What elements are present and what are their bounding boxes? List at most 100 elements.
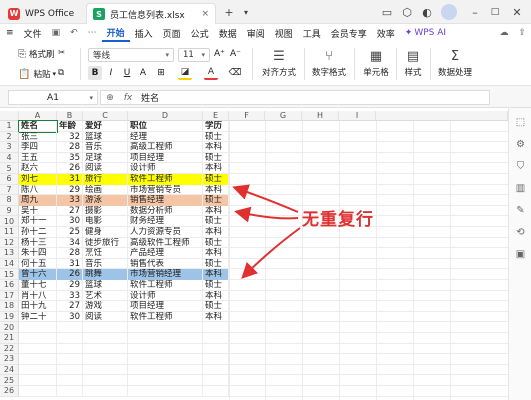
column-header-h[interactable]: H (302, 111, 339, 121)
fill-color-icon[interactable]: ◪ (178, 66, 192, 80)
cell-c3[interactable]: 音乐 (83, 142, 128, 153)
row-header-2[interactable]: 2 (0, 131, 19, 143)
cell-a12[interactable]: 杨十三 (19, 237, 57, 249)
cell-b24[interactable] (57, 364, 83, 376)
cell-c13[interactable]: 烹饪 (83, 248, 128, 259)
document-tab[interactable]: S 员工信息列表.xlsx × (86, 3, 216, 24)
cell-e13[interactable]: 本科 (203, 248, 229, 259)
cell-d5[interactable]: 设计师 (128, 163, 203, 174)
row-header-11[interactable]: 11 (0, 227, 19, 238)
cell-b11[interactable]: 25 (57, 227, 83, 238)
close-window-icon[interactable]: ✕ (510, 4, 524, 20)
more-icon[interactable]: ⋯ (83, 24, 102, 42)
cell-e11[interactable]: 本科 (203, 227, 229, 238)
menu-insert[interactable]: 插入 (130, 24, 158, 42)
cell-a21[interactable] (19, 333, 57, 344)
format-painter-button[interactable]: ⎘ 格式刷 (18, 48, 55, 61)
cell-e1[interactable]: 学历 (203, 121, 229, 132)
cell-b7[interactable]: 29 (57, 184, 83, 196)
cell-b17[interactable]: 33 (57, 290, 83, 302)
cell-d26[interactable] (128, 386, 203, 397)
cell-d10[interactable]: 财务经理 (128, 216, 203, 227)
cell-a6[interactable]: 刘七 (19, 174, 57, 185)
copy-icon[interactable]: ⧉ (58, 68, 64, 78)
cell-a15[interactable]: 曾十六 (19, 269, 57, 280)
cell-e17[interactable]: 本科 (203, 290, 229, 302)
decrease-font-icon[interactable]: A⁻ (230, 49, 241, 59)
cell-d22[interactable] (128, 343, 203, 355)
cell-e26[interactable] (203, 386, 229, 397)
cell-a14[interactable]: 何十五 (19, 258, 57, 270)
row-header-23[interactable]: 23 (0, 354, 19, 365)
zoom-icon[interactable]: ⊕ (101, 93, 119, 103)
data-processing-button[interactable]: Σ 数据处理 (432, 46, 478, 84)
alignment-button[interactable]: ☰ 对齐方式 (256, 46, 302, 84)
cell-e16[interactable]: 硕士 (203, 280, 229, 291)
formula-input[interactable]: ⊕ fx 姓名 (100, 90, 490, 105)
cell-d3[interactable]: 高级工程师 (128, 142, 203, 153)
row-header-24[interactable]: 24 (0, 364, 19, 376)
name-box[interactable]: A1 ▾ (8, 90, 98, 105)
new-tab-button[interactable]: + (222, 4, 236, 20)
cube-icon[interactable]: ⬡ (400, 4, 414, 20)
row-header-14[interactable]: 14 (0, 258, 19, 270)
wps-home-tab[interactable]: W WPS Office (2, 3, 84, 24)
border-icon[interactable]: ⊞ (154, 66, 168, 80)
cell-d11[interactable]: 人力资源专员 (128, 227, 203, 238)
row-header-21[interactable]: 21 (0, 333, 19, 344)
cell-e14[interactable]: 硕士 (203, 258, 229, 270)
property-icon[interactable]: ⚙ (514, 138, 527, 151)
close-tab-icon[interactable]: × (201, 9, 209, 19)
paste-button[interactable]: 📋 粘贴 ▾ (18, 68, 56, 81)
maximize-icon[interactable]: □ (488, 4, 502, 20)
cell-e22[interactable] (203, 343, 229, 355)
cell-c18[interactable]: 游戏 (83, 301, 128, 312)
cell-d7[interactable]: 市场营销专员 (128, 184, 203, 196)
cell-e25[interactable] (203, 375, 229, 386)
row-header-5[interactable]: 5 (0, 163, 19, 174)
row-header-3[interactable]: 3 (0, 142, 19, 153)
cell-c25[interactable] (83, 375, 128, 386)
cell-a18[interactable]: 田十九 (19, 301, 57, 312)
cell-a26[interactable] (19, 386, 57, 397)
cell-d6[interactable]: 软件工程师 (128, 174, 203, 185)
cell-b8[interactable]: 33 (57, 195, 83, 206)
cell-d9[interactable]: 数据分析师 (128, 205, 203, 217)
clear-format-icon[interactable]: ⌫ (228, 66, 242, 80)
cell-c6[interactable]: 旅行 (83, 174, 128, 185)
layers-icon[interactable]: ▣ (514, 248, 527, 261)
cell-e4[interactable]: 硕士 (203, 152, 229, 164)
cell-e8[interactable]: 硕士 (203, 195, 229, 206)
cell-b15[interactable]: 26 (57, 269, 83, 280)
column-header-i[interactable]: I (339, 111, 376, 121)
cut-icon[interactable]: ✂ (58, 48, 65, 58)
cell-c23[interactable] (83, 354, 128, 365)
cell-d16[interactable]: 软件工程师 (128, 280, 203, 291)
row-header-10[interactable]: 10 (0, 216, 19, 227)
chevron-down-icon[interactable]: ▾ (240, 4, 252, 20)
cell-b26[interactable] (57, 386, 83, 397)
cell-d13[interactable]: 产品经理 (128, 248, 203, 259)
menu-tools[interactable]: 工具 (298, 24, 326, 42)
row-header-26[interactable]: 26 (0, 386, 19, 397)
menu-home[interactable]: 开始 (101, 24, 130, 42)
share-icon[interactable]: ⇪ (513, 24, 531, 42)
row-header-17[interactable]: 17 (0, 290, 19, 302)
cell-e15[interactable]: 本科 (203, 269, 229, 280)
row-header-4[interactable]: 4 (0, 152, 19, 164)
cell-d2[interactable]: 经理 (128, 131, 203, 143)
cell-b3[interactable]: 28 (57, 142, 83, 153)
cell-a17[interactable]: 肖十八 (19, 290, 57, 302)
italic-button[interactable]: I (104, 66, 118, 80)
cell-a3[interactable]: 李四 (19, 142, 57, 153)
row-header-13[interactable]: 13 (0, 248, 19, 259)
cell-d19[interactable]: 软件工程师 (128, 311, 203, 323)
row-header-8[interactable]: 8 (0, 195, 19, 206)
cell-b25[interactable] (57, 375, 83, 386)
cell-d14[interactable]: 销售代表 (128, 258, 203, 270)
cell-e9[interactable]: 本科 (203, 205, 229, 217)
row-header-18[interactable]: 18 (0, 301, 19, 312)
cell-d18[interactable]: 项目经理 (128, 301, 203, 312)
select-tool-icon[interactable]: ⬚ (514, 116, 527, 129)
menu-page[interactable]: 页面 (158, 24, 186, 42)
